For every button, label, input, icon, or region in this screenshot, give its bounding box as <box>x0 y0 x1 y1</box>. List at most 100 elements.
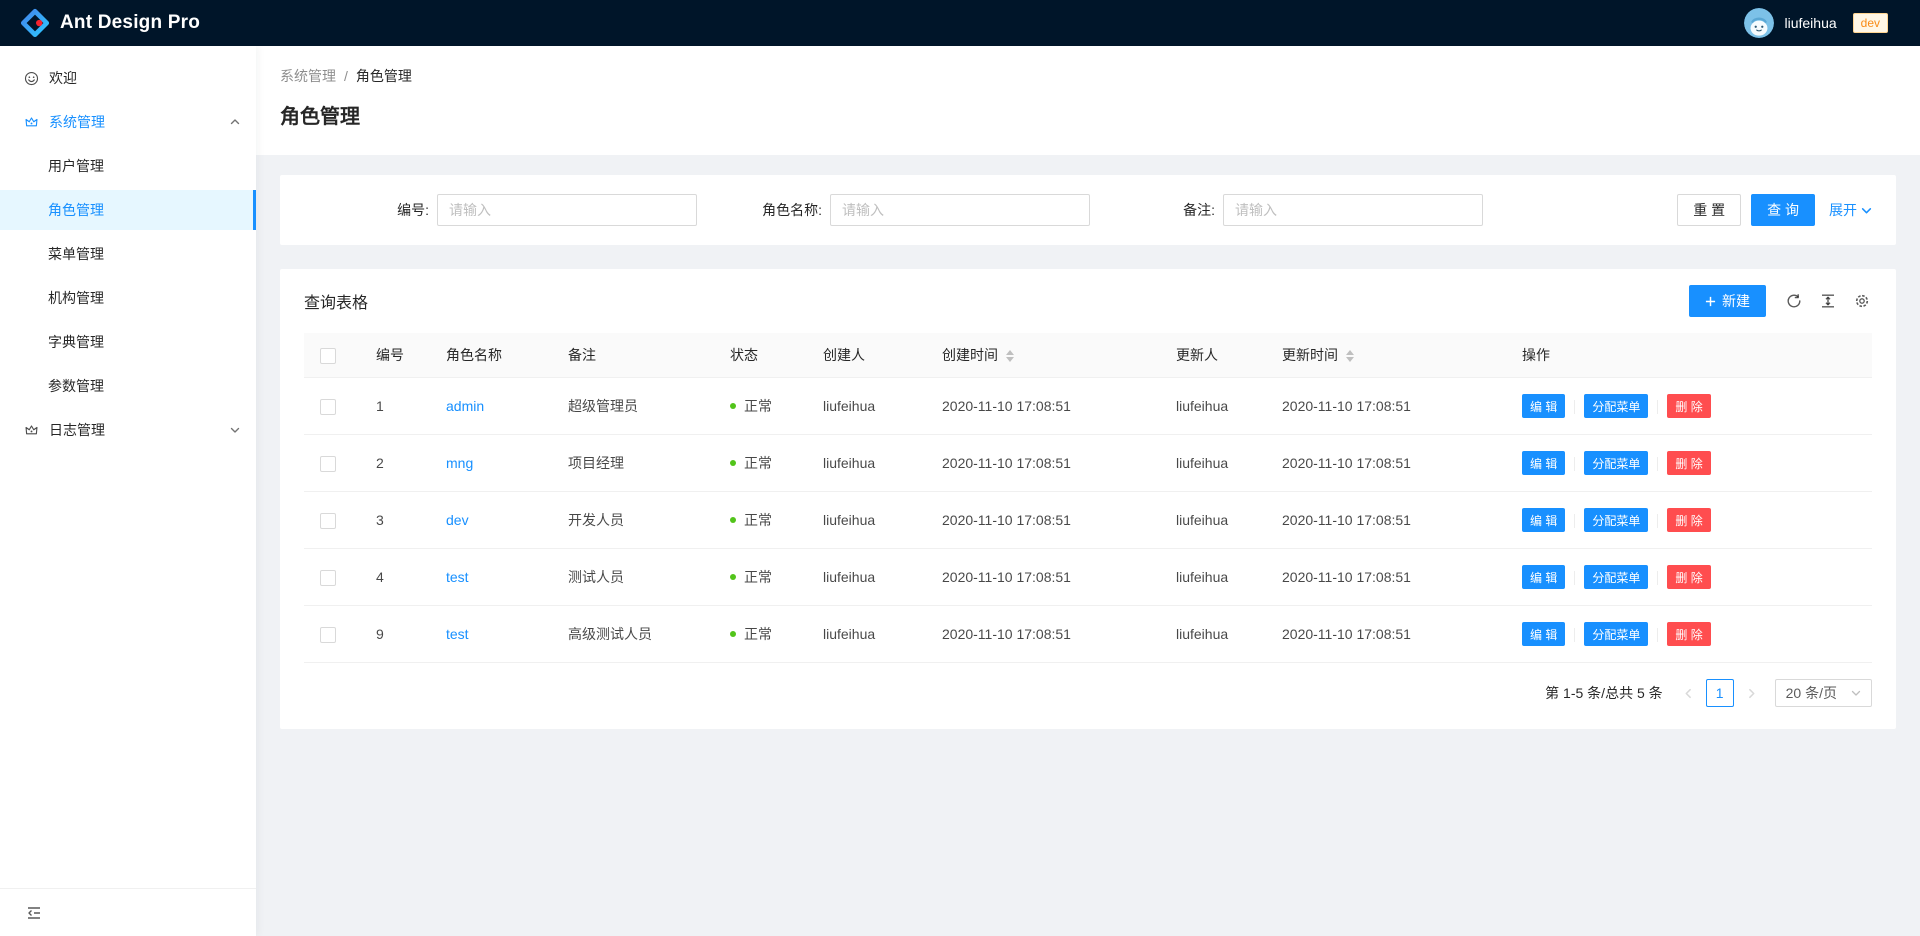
breadcrumb-separator: / <box>344 68 348 84</box>
sidebar-item-welcome[interactable]: 欢迎 <box>0 58 256 98</box>
action-divider <box>1657 628 1658 642</box>
ant-design-logo-icon <box>20 8 50 38</box>
sidebar-item-system[interactable]: 系统管理 <box>0 102 256 142</box>
edit-button[interactable]: 编 辑 <box>1522 451 1565 475</box>
row-checkbox[interactable] <box>320 399 336 415</box>
column-height-icon[interactable] <box>1818 291 1838 311</box>
delete-button[interactable]: 删 除 <box>1667 451 1710 475</box>
status-badge: 正常 <box>730 510 791 530</box>
edit-button[interactable]: 编 辑 <box>1522 394 1565 418</box>
remark-field[interactable] <box>1223 194 1483 226</box>
pagination-total: 第 1-5 条/总共 5 条 <box>1545 683 1662 703</box>
cell-id: 2 <box>360 435 430 492</box>
role-name-field[interactable] <box>830 194 1090 226</box>
sidebar-item-label: 字典管理 <box>48 332 104 352</box>
assign-menu-button[interactable]: 分配菜单 <box>1584 622 1648 646</box>
cell-creator: liufeihua <box>807 492 926 549</box>
sidebar-item-menu-mgmt[interactable]: 菜单管理 <box>0 234 256 274</box>
reset-button[interactable]: 重 置 <box>1677 194 1741 226</box>
edit-button[interactable]: 编 辑 <box>1522 622 1565 646</box>
cell-created-time: 2020-11-10 17:08:51 <box>926 549 1160 606</box>
logo[interactable]: Ant Design Pro <box>20 8 200 38</box>
cell-creator: liufeihua <box>807 549 926 606</box>
page-number-1[interactable]: 1 <box>1706 679 1734 707</box>
cell-updated-time: 2020-11-10 17:08:51 <box>1266 549 1506 606</box>
assign-menu-button[interactable]: 分配菜单 <box>1584 565 1648 589</box>
username[interactable]: liufeihua <box>1784 15 1836 31</box>
chevron-down-icon <box>1861 205 1872 216</box>
sidebar-item-user-mgmt[interactable]: 用户管理 <box>0 146 256 186</box>
col-header-updated-time[interactable]: 更新时间 <box>1266 333 1506 378</box>
expand-link[interactable]: 展开 <box>1829 200 1872 220</box>
query-button[interactable]: 查 询 <box>1751 194 1815 226</box>
delete-button[interactable]: 删 除 <box>1667 622 1710 646</box>
id-field[interactable] <box>437 194 697 226</box>
env-tag: dev <box>1853 13 1888 33</box>
sidebar-item-label: 日志管理 <box>49 420 105 440</box>
role-name-link[interactable]: mng <box>446 455 473 471</box>
row-checkbox[interactable] <box>320 456 336 472</box>
action-divider <box>1657 571 1658 585</box>
cell-id: 3 <box>360 492 430 549</box>
action-divider <box>1574 457 1575 471</box>
roles-table: 编号 角色名称 备注 状态 创建人 创建时间 更新人 更新时间 操作 <box>304 333 1872 663</box>
menu-fold-icon[interactable] <box>24 903 44 923</box>
assign-menu-button[interactable]: 分配菜单 <box>1584 451 1648 475</box>
sorter-icon[interactable] <box>1346 350 1354 362</box>
next-page-icon[interactable] <box>1742 688 1761 699</box>
sidebar-item-label: 角色管理 <box>48 200 104 220</box>
status-badge: 正常 <box>730 567 791 587</box>
cell-id: 1 <box>360 378 430 435</box>
sidebar-item-dict-mgmt[interactable]: 字典管理 <box>0 322 256 362</box>
sorter-icon[interactable] <box>1006 350 1014 362</box>
row-checkbox[interactable] <box>320 513 336 529</box>
role-name-link[interactable]: dev <box>446 512 469 528</box>
page-size-value: 20 条/页 <box>1786 683 1837 703</box>
action-divider <box>1574 628 1575 642</box>
form-item-id: 编号: <box>304 194 697 226</box>
page-title: 角色管理 <box>280 100 1896 129</box>
delete-button[interactable]: 删 除 <box>1667 508 1710 532</box>
breadcrumb-parent[interactable]: 系统管理 <box>280 66 336 86</box>
sidebar-item-role-mgmt[interactable]: 角色管理 <box>0 190 256 230</box>
sidebar-item-label: 用户管理 <box>48 156 104 176</box>
sidebar-item-label: 欢迎 <box>49 68 77 88</box>
new-button[interactable]: 新建 <box>1689 285 1766 317</box>
user-avatar[interactable] <box>1744 8 1774 38</box>
edit-button[interactable]: 编 辑 <box>1522 565 1565 589</box>
reload-icon[interactable] <box>1784 291 1804 311</box>
settings-gear-icon[interactable] <box>1852 291 1872 311</box>
select-all-checkbox[interactable] <box>320 348 336 364</box>
chevron-down-icon <box>1851 688 1861 698</box>
chevron-down-icon <box>230 425 240 435</box>
role-name-link[interactable]: test <box>446 569 469 585</box>
sidebar-item-org-mgmt[interactable]: 机构管理 <box>0 278 256 318</box>
action-divider <box>1657 514 1658 528</box>
action-divider <box>1574 514 1575 528</box>
edit-button[interactable]: 编 辑 <box>1522 508 1565 532</box>
new-button-label: 新建 <box>1722 291 1750 311</box>
page-size-select[interactable]: 20 条/页 <box>1775 679 1872 707</box>
delete-button[interactable]: 删 除 <box>1667 565 1710 589</box>
status-dot-icon <box>730 631 736 637</box>
delete-button[interactable]: 删 除 <box>1667 394 1710 418</box>
remark-field-label: 备注: <box>1183 200 1215 220</box>
col-header-created-time[interactable]: 创建时间 <box>926 333 1160 378</box>
sidebar-item-logs[interactable]: 日志管理 <box>0 410 256 450</box>
table-row: 4 test 测试人员 正常 liufeihua 2020-11-10 17:0… <box>304 549 1872 606</box>
prev-page-icon[interactable] <box>1679 688 1698 699</box>
row-checkbox[interactable] <box>320 570 336 586</box>
cell-updater: liufeihua <box>1160 378 1266 435</box>
assign-menu-button[interactable]: 分配菜单 <box>1584 508 1648 532</box>
table-row: 1 admin 超级管理员 正常 liufeihua 2020-11-10 17… <box>304 378 1872 435</box>
cell-updater: liufeihua <box>1160 606 1266 663</box>
sidebar-item-param-mgmt[interactable]: 参数管理 <box>0 366 256 406</box>
role-name-link[interactable]: test <box>446 626 469 642</box>
row-checkbox[interactable] <box>320 627 336 643</box>
sidebar-item-label: 机构管理 <box>48 288 104 308</box>
page-header: 系统管理 / 角色管理 角色管理 <box>256 46 1920 155</box>
table-row: 2 mng 项目经理 正常 liufeihua 2020-11-10 17:08… <box>304 435 1872 492</box>
assign-menu-button[interactable]: 分配菜单 <box>1584 394 1648 418</box>
col-header-remark: 备注 <box>552 333 714 378</box>
role-name-link[interactable]: admin <box>446 398 484 414</box>
